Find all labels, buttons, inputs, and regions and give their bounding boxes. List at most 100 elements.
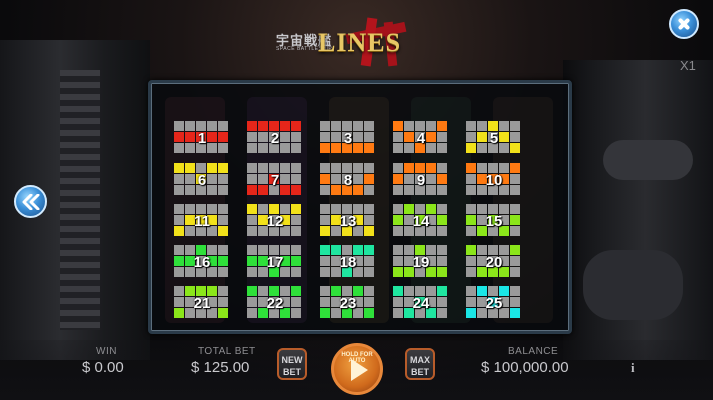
payline-square bbox=[269, 226, 279, 236]
payline-square bbox=[499, 204, 509, 214]
payline-square bbox=[258, 121, 268, 131]
payline-square bbox=[196, 215, 206, 225]
payline-square bbox=[247, 297, 257, 307]
payline-square bbox=[510, 308, 520, 318]
back-button[interactable] bbox=[14, 185, 47, 218]
payline-square bbox=[207, 297, 217, 307]
payline-square bbox=[466, 132, 476, 142]
payline-square bbox=[466, 226, 476, 236]
payline-square bbox=[364, 132, 374, 142]
payline-14: 14 bbox=[393, 204, 449, 238]
spin-button[interactable]: HOLD FOR AUTO bbox=[331, 343, 383, 395]
payline-square bbox=[499, 308, 509, 318]
payline-square bbox=[196, 256, 206, 266]
payline-square bbox=[353, 143, 363, 153]
new-bet-button[interactable]: NEW BET bbox=[277, 348, 307, 380]
payline-square bbox=[488, 121, 498, 131]
payline-13: 13 bbox=[320, 204, 376, 238]
max-bet-button[interactable]: MAX BET bbox=[405, 348, 435, 380]
payline-square bbox=[331, 297, 341, 307]
payline-square bbox=[320, 174, 330, 184]
payline-square bbox=[218, 204, 228, 214]
payline-square bbox=[404, 215, 414, 225]
payline-square bbox=[174, 256, 184, 266]
payline-square bbox=[437, 286, 447, 296]
payline-square bbox=[185, 204, 195, 214]
payline-square bbox=[185, 185, 195, 195]
payline-square bbox=[291, 286, 301, 296]
payline-square bbox=[437, 174, 447, 184]
payline-square bbox=[499, 286, 509, 296]
payline-square bbox=[258, 132, 268, 142]
payline-square bbox=[320, 267, 330, 277]
payline-square bbox=[364, 267, 374, 277]
payline-square bbox=[218, 132, 228, 142]
payline-square bbox=[247, 226, 257, 236]
payline-16: 16 bbox=[174, 245, 230, 279]
payline-19: 19 bbox=[393, 245, 449, 279]
payline-square bbox=[510, 143, 520, 153]
payline-square bbox=[393, 185, 403, 195]
payline-square bbox=[437, 245, 447, 255]
payline-square bbox=[258, 308, 268, 318]
payline-square bbox=[499, 245, 509, 255]
payline-square bbox=[510, 185, 520, 195]
payline-square bbox=[174, 185, 184, 195]
info-button[interactable]: i bbox=[631, 360, 635, 376]
payline-7: 7 bbox=[247, 163, 303, 197]
payline-square bbox=[426, 267, 436, 277]
payline-square bbox=[437, 143, 447, 153]
payline-square bbox=[499, 174, 509, 184]
payline-square bbox=[477, 174, 487, 184]
payline-square bbox=[466, 297, 476, 307]
payline-square bbox=[466, 163, 476, 173]
payline-square bbox=[280, 308, 290, 318]
close-button[interactable] bbox=[669, 9, 699, 39]
payline-square bbox=[196, 245, 206, 255]
payline-square bbox=[342, 174, 352, 184]
payline-square bbox=[196, 308, 206, 318]
payline-square bbox=[185, 226, 195, 236]
payline-square bbox=[269, 308, 279, 318]
payline-square bbox=[320, 226, 330, 236]
payline-square bbox=[247, 132, 257, 142]
payline-square bbox=[342, 226, 352, 236]
payline-square bbox=[196, 121, 206, 131]
payline-square bbox=[258, 297, 268, 307]
payline-square bbox=[218, 163, 228, 173]
payline-square bbox=[320, 245, 330, 255]
payline-square bbox=[207, 204, 217, 214]
payline-square bbox=[185, 286, 195, 296]
payline-square bbox=[207, 132, 217, 142]
payline-square bbox=[218, 256, 228, 266]
payline-square bbox=[280, 174, 290, 184]
payline-square bbox=[207, 185, 217, 195]
payline-square bbox=[331, 308, 341, 318]
payline-square bbox=[426, 185, 436, 195]
payline-3: 3 bbox=[320, 121, 376, 155]
payline-square bbox=[291, 174, 301, 184]
payline-square bbox=[499, 256, 509, 266]
payline-square bbox=[510, 226, 520, 236]
payline-square bbox=[404, 308, 414, 318]
payline-square bbox=[218, 121, 228, 131]
payline-square bbox=[353, 256, 363, 266]
payline-square bbox=[393, 245, 403, 255]
payline-square bbox=[320, 132, 330, 142]
payline-square bbox=[331, 226, 341, 236]
payline-square bbox=[320, 163, 330, 173]
payline-square bbox=[393, 121, 403, 131]
payline-square bbox=[342, 297, 352, 307]
payline-square bbox=[393, 204, 403, 214]
payline-square bbox=[510, 286, 520, 296]
payline-square bbox=[415, 185, 425, 195]
payline-square bbox=[353, 215, 363, 225]
payline-square bbox=[185, 297, 195, 307]
payline-18: 18 bbox=[320, 245, 376, 279]
payline-square bbox=[185, 132, 195, 142]
payline-square bbox=[353, 286, 363, 296]
payline-square bbox=[437, 204, 447, 214]
payline-square bbox=[207, 256, 217, 266]
payline-square bbox=[353, 163, 363, 173]
payline-square bbox=[477, 297, 487, 307]
